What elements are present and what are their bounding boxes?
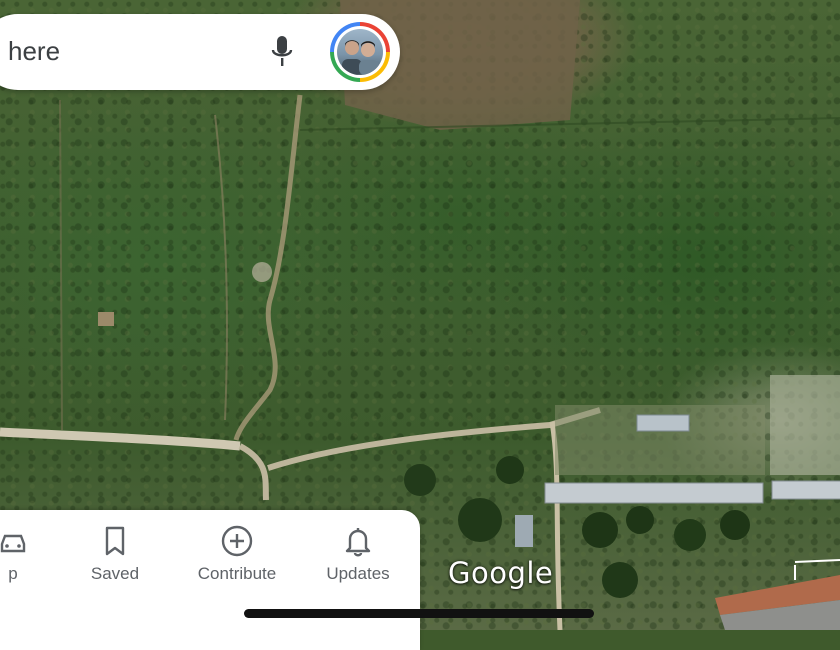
faint-track <box>214 114 228 421</box>
bookmark-icon <box>105 526 125 556</box>
nav-item-contribute[interactable]: Contribute <box>182 510 292 600</box>
nav-item-go[interactable]: p <box>0 510 68 600</box>
microphone-icon[interactable] <box>270 34 294 70</box>
search-placeholder[interactable]: here <box>8 36 60 67</box>
nav-label-updates: Updates <box>326 564 390 583</box>
compound-clearing <box>770 375 840 475</box>
nav-label-go: p <box>8 564 18 583</box>
nav-label-saved: Saved <box>90 564 140 583</box>
google-attribution-logo: Google <box>448 556 554 590</box>
long-building-roof <box>544 482 764 504</box>
nav-item-updates[interactable]: Updates <box>303 510 413 600</box>
car-icon <box>0 534 26 553</box>
avatar[interactable] <box>330 22 390 82</box>
shed-roof <box>636 414 690 432</box>
dirt-road-left <box>0 427 241 451</box>
avatar-photo <box>337 29 383 75</box>
long-building-roof-2 <box>771 480 840 500</box>
bottom-navigation: p Saved Contribute Updates <box>0 510 420 650</box>
field-boundary <box>59 99 63 431</box>
nav-item-saved[interactable]: Saved <box>60 510 170 600</box>
small-hut <box>98 312 114 326</box>
bell-icon <box>345 528 371 557</box>
add-circle-icon <box>221 525 253 557</box>
search-bar[interactable]: here <box>0 14 400 90</box>
small-roof <box>515 515 533 547</box>
nav-label-contribute: Contribute <box>197 564 277 583</box>
home-indicator[interactable] <box>244 609 594 618</box>
